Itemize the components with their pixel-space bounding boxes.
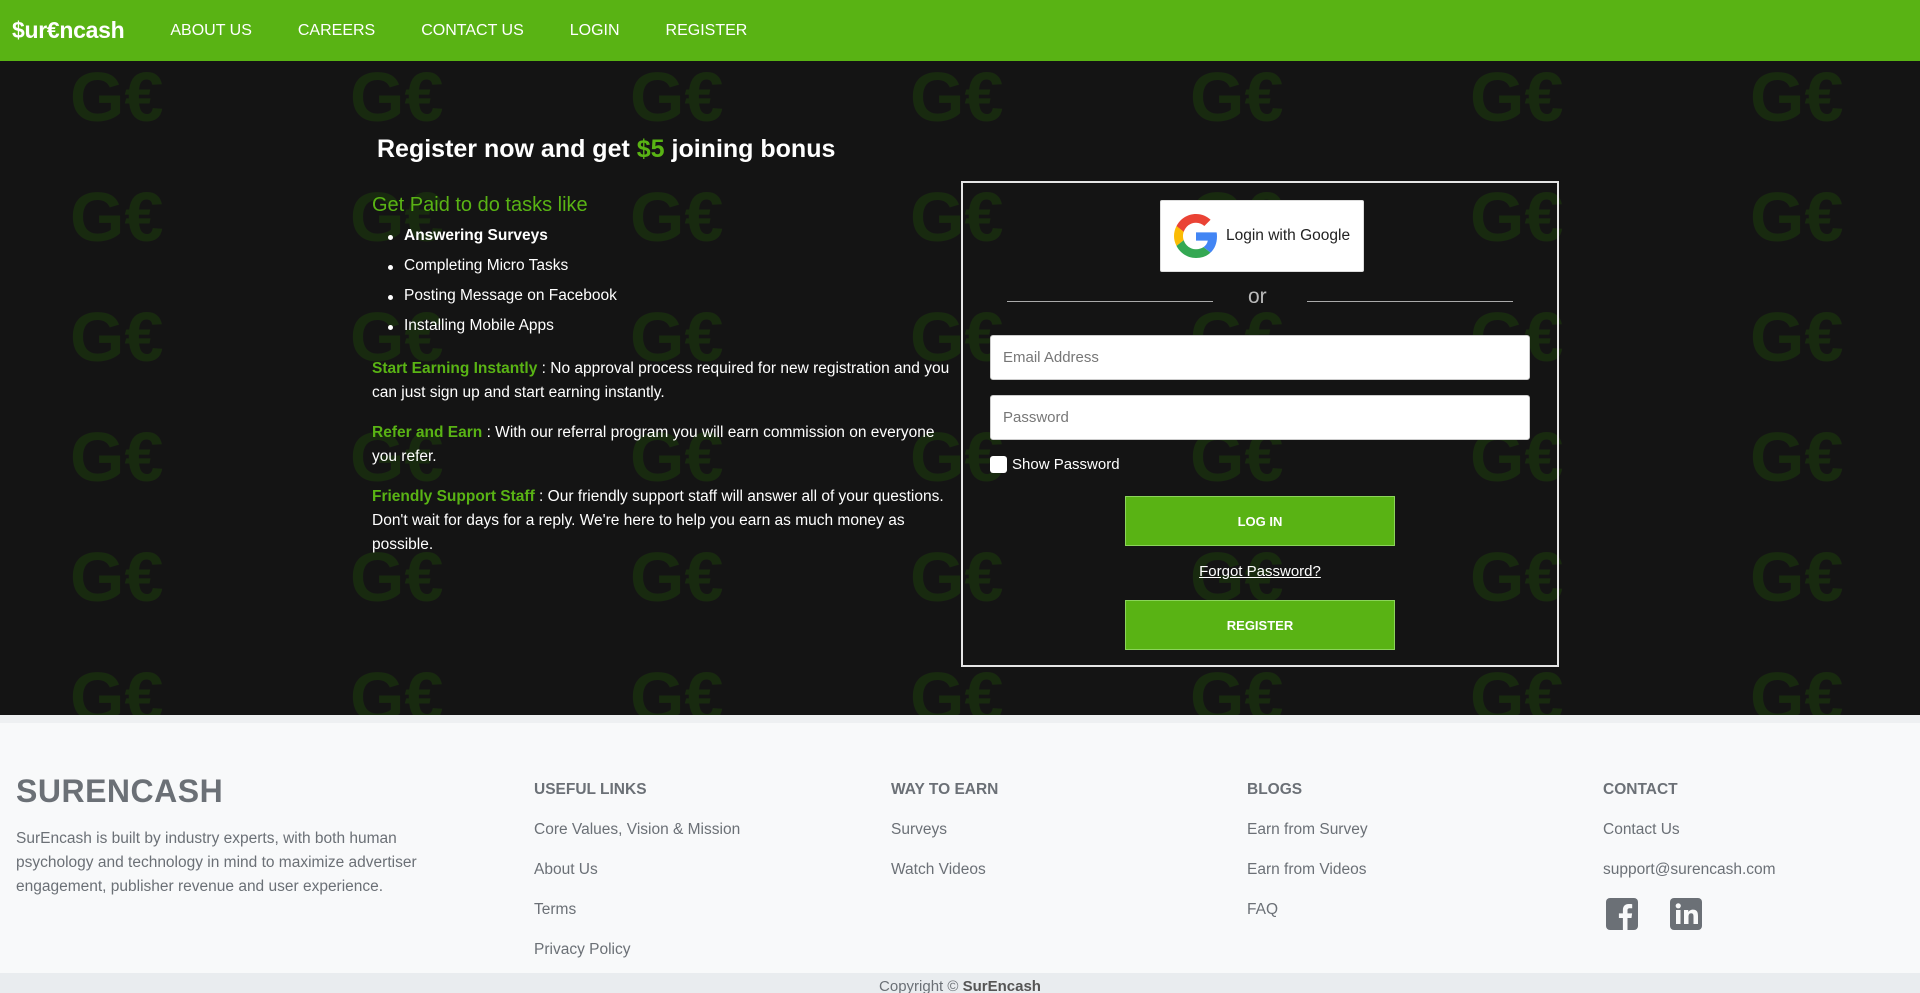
footer-col-title: USEFUL LINKS xyxy=(534,781,647,798)
footer-link-earn-videos[interactable]: Earn from Videos xyxy=(1247,861,1368,901)
nav-careers[interactable]: CAREERS xyxy=(298,22,375,40)
nav-about-us[interactable]: ABOUT US xyxy=(170,22,252,40)
feature-title: Friendly Support Staff xyxy=(372,488,535,505)
feature-refer: Refer and Earn : With our referral progr… xyxy=(372,421,952,469)
task-item: Posting Message on Facebook xyxy=(388,287,617,317)
top-navbar: $ur€ncash ABOUT US CAREERS CONTACT US LO… xyxy=(0,0,1920,61)
copyright-prefix: Copyright © xyxy=(879,978,963,993)
footer-brand: SURENCASH xyxy=(16,773,224,809)
divider-left xyxy=(1007,301,1213,302)
task-list: Answering Surveys Completing Micro Tasks… xyxy=(388,227,617,347)
email-field[interactable] xyxy=(990,335,1530,380)
footer-col-blogs: BLOGS Earn from Survey Earn from Videos … xyxy=(1247,773,1368,941)
show-password-toggle: Show Password xyxy=(990,456,1120,473)
nav-login[interactable]: LOGIN xyxy=(570,22,620,40)
or-text: or xyxy=(1248,285,1267,308)
password-field[interactable] xyxy=(990,395,1530,440)
footer-col-contact: CONTACT Contact Us support@surencash.com xyxy=(1603,773,1776,931)
login-button[interactable]: LOG IN xyxy=(1125,496,1395,546)
footer-link-watch-videos[interactable]: Watch Videos xyxy=(891,861,998,901)
footer-link-support-email[interactable]: support@surencash.com xyxy=(1603,861,1776,901)
nav-contact-us[interactable]: CONTACT US xyxy=(421,22,524,40)
divider-right xyxy=(1307,301,1513,302)
footer-col-useful-links: USEFUL LINKS Core Values, Vision & Missi… xyxy=(534,773,740,981)
nav-register[interactable]: REGISTER xyxy=(666,22,748,40)
footer-link-faq[interactable]: FAQ xyxy=(1247,901,1368,941)
footer-link-surveys[interactable]: Surveys xyxy=(891,821,998,861)
footer-col-way-to-earn: WAY TO EARN Surveys Watch Videos xyxy=(891,773,998,901)
footer-col-title: CONTACT xyxy=(1603,781,1678,798)
google-login-button[interactable]: Login with Google xyxy=(1160,200,1364,272)
task-item: Answering Surveys xyxy=(388,227,617,257)
copyright-brand: SurEncash xyxy=(962,978,1041,993)
show-password-label: Show Password xyxy=(1012,456,1120,473)
forgot-password-link[interactable]: Forgot Password? xyxy=(963,563,1557,580)
copyright-bar: Copyright © SurEncash xyxy=(0,973,1920,993)
google-login-label: Login with Google xyxy=(1226,227,1351,244)
hero-title-suffix: joining bonus xyxy=(664,135,836,163)
register-button[interactable]: REGISTER xyxy=(1125,600,1395,650)
feature-support: Friendly Support Staff : Our friendly su… xyxy=(372,485,952,557)
footer-link-contact-us[interactable]: Contact Us xyxy=(1603,821,1776,861)
hero-title-prefix: Register now and get xyxy=(377,135,637,163)
bonus-amount: $5 xyxy=(636,135,665,163)
feature-instant: Start Earning Instantly : No approval pr… xyxy=(372,357,952,405)
login-panel: Login with Google or Show Password LOG I… xyxy=(961,181,1559,667)
feature-title: Refer and Earn xyxy=(372,424,483,441)
footer-link-core-values[interactable]: Core Values, Vision & Mission xyxy=(534,821,740,861)
background-pattern: G€ xyxy=(0,61,1920,715)
footer-col-title: WAY TO EARN xyxy=(891,781,999,798)
show-password-checkbox[interactable] xyxy=(990,456,1007,473)
footer-description: SurEncash is built by industry experts, … xyxy=(16,830,417,895)
hero-title: Register now and get $5 joining bonus xyxy=(377,135,835,164)
task-item: Completing Micro Tasks xyxy=(388,257,617,287)
feature-title: Start Earning Instantly xyxy=(372,360,538,377)
hero-section: G€ Register now and get $5 joining bonus… xyxy=(0,61,1920,715)
footer: SURENCASH SurEncash is built by industry… xyxy=(0,715,1920,973)
tasks-heading: Get Paid to do tasks like xyxy=(372,194,588,216)
footer-link-terms[interactable]: Terms xyxy=(534,901,740,941)
brand-logo[interactable]: $ur€ncash xyxy=(12,17,125,44)
footer-col-title: BLOGS xyxy=(1247,781,1303,798)
linkedin-icon[interactable] xyxy=(1669,897,1703,931)
task-item: Installing Mobile Apps xyxy=(388,317,617,347)
facebook-icon[interactable] xyxy=(1605,897,1639,931)
google-icon xyxy=(1174,214,1217,258)
footer-link-about-us[interactable]: About Us xyxy=(534,861,740,901)
footer-link-earn-survey[interactable]: Earn from Survey xyxy=(1247,821,1368,861)
social-links xyxy=(1605,897,1776,931)
